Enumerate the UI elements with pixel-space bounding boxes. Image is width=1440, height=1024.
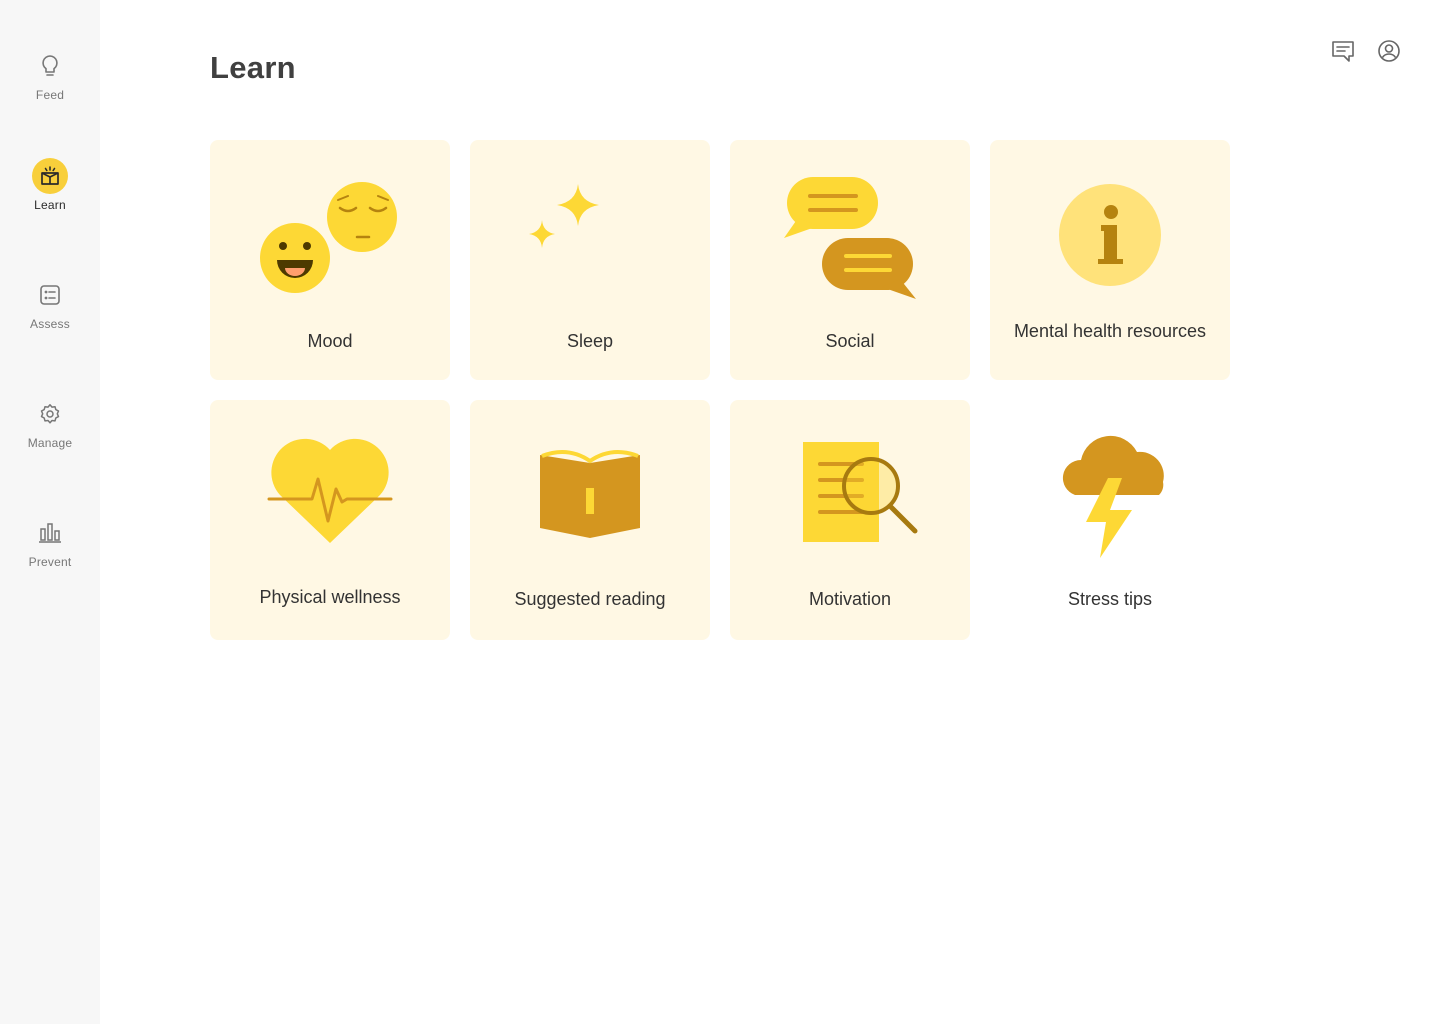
tile-social[interactable]: Social	[730, 140, 970, 380]
bar-chart-icon	[32, 515, 68, 551]
tile-mental-health-resources[interactable]: Mental health resources	[990, 140, 1230, 380]
tile-label: Stress tips	[1067, 589, 1153, 609]
tile-mood[interactable]: Mood	[210, 140, 450, 380]
nav-label-assess: Assess	[30, 317, 70, 331]
nav-label-feed: Feed	[35, 88, 65, 102]
nav-item-manage[interactable]: Manage	[0, 396, 100, 450]
open-box-icon	[32, 158, 68, 194]
nav-item-feed[interactable]: Feed	[0, 48, 100, 102]
sidebar: Feed Learn Assess Manage Prevent	[0, 0, 100, 1024]
tile-label: Suggested reading	[514, 589, 666, 609]
nav-item-assess[interactable]: Assess	[0, 277, 100, 331]
nav-label-prevent: Prevent	[28, 555, 72, 569]
nav-item-learn[interactable]: Learn	[0, 158, 100, 212]
tile-label: Sleep	[566, 331, 614, 351]
tile-physical-wellness[interactable]: Physical wellness	[210, 400, 450, 640]
nav-label-manage: Manage	[27, 436, 73, 450]
profile-icon[interactable]	[1376, 38, 1402, 64]
tile-suggested-reading[interactable]: Suggested reading	[470, 400, 710, 640]
info-icon	[1059, 184, 1161, 286]
tile-label: Mental health resources	[1013, 321, 1207, 341]
chat-icon[interactable]	[1330, 38, 1356, 64]
tile-label: Mood	[307, 331, 353, 351]
header-actions	[1330, 38, 1402, 64]
tile-label: Motivation	[808, 589, 892, 609]
nav-label-learn: Learn	[34, 198, 66, 212]
tile-motivation[interactable]: Motivation	[730, 400, 970, 640]
tile-label: Social	[825, 331, 875, 351]
checklist-icon	[32, 277, 68, 313]
tile-sleep[interactable]: Sleep	[470, 140, 710, 380]
page-title: Learn	[210, 50, 296, 85]
nav-item-prevent[interactable]: Prevent	[0, 515, 100, 569]
tile-stress-tips[interactable]: Stress tips	[990, 400, 1230, 640]
tile-label: Physical wellness	[259, 587, 401, 607]
gear-icon	[32, 396, 68, 432]
lightbulb-icon	[32, 48, 68, 84]
